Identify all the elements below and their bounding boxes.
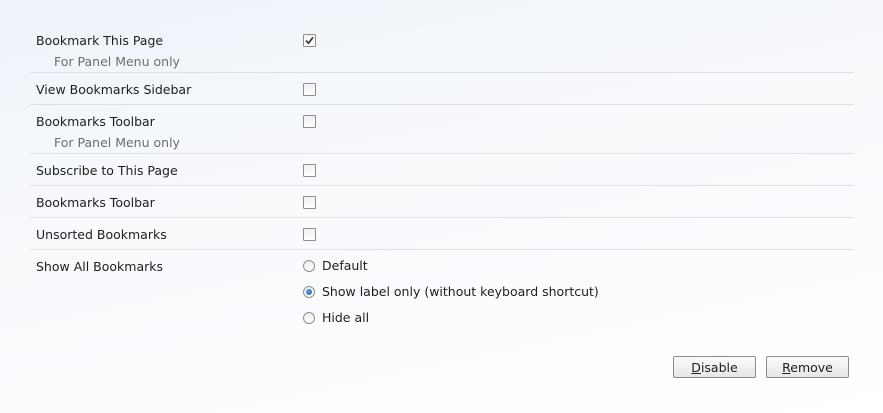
option-note: For Panel Menu only [54,135,180,150]
radio-selected-dot [306,289,312,295]
option-checkbox[interactable] [303,115,316,128]
remove-label-rest: emove [790,360,833,375]
disable-label-rest: isable [700,360,738,375]
remove-button[interactable]: Remove [766,356,849,378]
option-label: Bookmark This Page [36,33,164,48]
option-row-show-all-bookmarks: Show All Bookmarks Default Show label on… [30,250,854,335]
option-row-view-bookmarks-sidebar: View Bookmarks Sidebar [30,73,854,105]
option-note: For Panel Menu only [54,54,180,69]
option-label: View Bookmarks Sidebar [36,82,192,97]
option-checkbox[interactable] [303,228,316,241]
radio-button[interactable] [303,312,315,324]
option-label: Subscribe to This Page [36,163,178,178]
option-label: Unsorted Bookmarks [36,227,167,242]
option-checkbox[interactable] [303,196,316,209]
disable-button[interactable]: Disable [673,356,756,378]
radio-button[interactable] [303,286,315,298]
option-checkbox[interactable] [303,83,316,96]
option-row-bookmark-this-page: Bookmark This Page For Panel Menu only [30,24,854,73]
option-row-bookmarks-toolbar-panel: Bookmarks Toolbar For Panel Menu only [30,105,854,154]
checkmark-icon [305,36,314,45]
option-row-bookmarks-toolbar: Bookmarks Toolbar [30,186,854,218]
disable-mnemonic: D [691,360,701,375]
option-label: Bookmarks Toolbar [36,195,155,210]
option-row-unsorted-bookmarks: Unsorted Bookmarks [30,218,854,250]
option-row-subscribe: Subscribe to This Page [30,154,854,186]
option-label: Bookmarks Toolbar [36,114,155,129]
menu-options-pane: Bookmark This Page For Panel Menu only V… [30,24,854,335]
radio-label: Hide all [322,310,370,325]
option-checkbox[interactable] [303,34,316,47]
radio-button[interactable] [303,260,315,272]
option-label: Show All Bookmarks [36,259,164,274]
radio-label: Show label only (without keyboard shortc… [322,284,599,299]
option-checkbox[interactable] [303,164,316,177]
radio-label: Default [322,258,368,273]
